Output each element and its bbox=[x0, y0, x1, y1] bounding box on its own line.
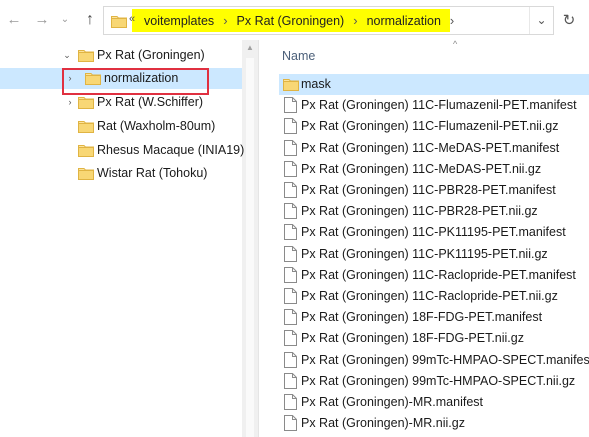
file-icon bbox=[284, 415, 297, 432]
file-icon bbox=[284, 97, 297, 114]
file-list: ^ Name mask Px Rat (Groningen) 11C-Flumaz… bbox=[260, 39, 589, 437]
file-name: Px Rat (Groningen) 11C-PBR28-PET.manifes… bbox=[301, 183, 556, 197]
file-name: Px Rat (Groningen) 11C-PBR28-PET.nii.gz bbox=[301, 204, 538, 219]
file-icon bbox=[284, 160, 297, 177]
scrollbar-track[interactable] bbox=[246, 58, 254, 437]
breadcrumb: voitemplates › Px Rat (Groningen) › normaliz… bbox=[144, 7, 463, 34]
file-name: Px Rat (Groningen) 11C-Raclopride-PET.ma… bbox=[301, 267, 576, 282]
forward-button[interactable]: → bbox=[32, 10, 52, 30]
folder-icon bbox=[78, 166, 94, 180]
file-row[interactable]: Px Rat (Groningen) 99mTc-HMPAO-SPECT.man… bbox=[279, 350, 589, 371]
file-name: Px Rat (Groningen) 11C-PK11195-PET.manif… bbox=[301, 225, 566, 240]
file-row[interactable]: Px Rat (Groningen) 11C-MeDAS-PET.manifes… bbox=[279, 138, 589, 159]
file-row[interactable]: Px Rat (Groningen)-MR.manifest bbox=[279, 392, 589, 413]
file-row[interactable]: Px Rat (Groningen) 11C-Raclopride-PET.ma… bbox=[279, 265, 589, 286]
file-icon bbox=[284, 309, 297, 326]
file-row[interactable]: Px Rat (Groningen) 11C-MeDAS-PET.nii.gz bbox=[279, 159, 589, 180]
tree-item-label: Wistar Rat (Tohoku) bbox=[97, 166, 208, 180]
address-bar[interactable]: « voitemplates › Px Rat (Groningen) › normal… bbox=[103, 6, 554, 35]
file-row[interactable]: Px Rat (Groningen) 11C-Flumazenil-PET.ni… bbox=[279, 116, 589, 137]
tree-item-label: Rat (Waxholm-80um) bbox=[97, 119, 216, 133]
back-button[interactable]: ← bbox=[4, 10, 24, 30]
chevron-right-icon[interactable]: › bbox=[64, 95, 76, 109]
breadcrumb-item[interactable]: normalization bbox=[367, 14, 441, 28]
file-row[interactable]: Px Rat (Groningen) 11C-PBR28-PET.manifes… bbox=[279, 180, 589, 201]
file-row[interactable]: Px Rat (Groningen) 11C-PK11195-PET.nii.g… bbox=[279, 244, 589, 265]
file-row[interactable]: Px Rat (Groningen) 11C-Flumazenil-PET.ma… bbox=[279, 95, 589, 116]
breadcrumb-separator-icon[interactable]: › bbox=[223, 13, 227, 28]
folder-icon bbox=[111, 16, 127, 28]
file-icon bbox=[284, 245, 297, 262]
file-icon bbox=[284, 118, 297, 135]
folder-icon bbox=[78, 143, 94, 157]
scroll-up-icon[interactable]: ▲ bbox=[242, 40, 258, 56]
file-icon bbox=[284, 351, 297, 368]
tree-item-label: Px Rat (Groningen) bbox=[97, 48, 205, 62]
file-row[interactable]: Px Rat (Groningen) 11C-PBR28-PET.nii.gz bbox=[279, 201, 589, 222]
file-icon bbox=[284, 182, 297, 198]
tree-item[interactable]: Rhesus Macaque (INIA19) bbox=[0, 140, 245, 161]
file-row[interactable]: Px Rat (Groningen) 11C-PK11195-PET.manif… bbox=[279, 222, 589, 243]
file-icon bbox=[284, 288, 297, 304]
file-name: Px Rat (Groningen)-MR.manifest bbox=[301, 395, 484, 409]
navigation-bar: ← → ⌄ ↑ « voitemplates › Px Rat (Groningen… bbox=[0, 0, 589, 40]
file-name: Px Rat (Groningen) 99mTc-HMPAO-SPECT.man… bbox=[301, 352, 589, 367]
file-icon bbox=[284, 394, 297, 410]
address-history-dropdown[interactable]: ⌄ bbox=[529, 7, 553, 34]
tree-item-label: Rhesus Macaque (INIA19) bbox=[97, 143, 245, 157]
file-icon bbox=[284, 224, 297, 241]
file-icon bbox=[284, 372, 297, 389]
folder-icon bbox=[78, 119, 94, 133]
file-name: Px Rat (Groningen) 11C-MeDAS-PET.manifes… bbox=[301, 140, 560, 155]
refresh-button[interactable]: ↻ bbox=[556, 7, 582, 34]
breadcrumb-item[interactable]: Px Rat (Groningen) bbox=[237, 14, 345, 28]
file-row[interactable]: Px Rat (Groningen) 11C-Raclopride-PET.ni… bbox=[279, 286, 589, 307]
address-overflow-button[interactable]: « bbox=[129, 13, 135, 25]
file-icon bbox=[284, 203, 297, 220]
file-name: Px Rat (Groningen)-MR.nii.gz bbox=[301, 416, 465, 431]
navigation-pane: ▲ ⌄ Px Rat (Groningen) › normalization › Px R… bbox=[0, 40, 258, 437]
file-name: Px Rat (Groningen) 11C-Flumazenil-PET.ma… bbox=[301, 98, 577, 113]
tree-item[interactable]: ⌄ Px Rat (Groningen) bbox=[0, 45, 242, 66]
file-name: Px Rat (Groningen) 11C-Flumazenil-PET.ni… bbox=[301, 119, 559, 134]
file-row[interactable]: Px Rat (Groningen) 18F-FDG-PET.nii.gz bbox=[279, 328, 589, 349]
navigation-pane-scrollbar[interactable]: ▲ bbox=[242, 40, 258, 437]
tree-item[interactable]: Rat (Waxholm-80um) bbox=[0, 116, 242, 137]
file-name: mask bbox=[301, 77, 331, 91]
tree-item[interactable]: › Px Rat (W.Schiffer) bbox=[0, 92, 242, 113]
file-name: Px Rat (Groningen) 18F-FDG-PET.nii.gz bbox=[301, 331, 524, 346]
name-column-header[interactable]: Name bbox=[282, 49, 315, 63]
file-name: Px Rat (Groningen) 18F-FDG-PET.manifest bbox=[301, 310, 543, 325]
file-row[interactable]: Px Rat (Groningen) 18F-FDG-PET.manifest bbox=[279, 307, 589, 328]
pane-divider[interactable] bbox=[258, 40, 259, 437]
file-row[interactable]: Px Rat (Groningen) 99mTc-HMPAO-SPECT.nii… bbox=[279, 371, 589, 392]
file-name: Px Rat (Groningen) 99mTc-HMPAO-SPECT.nii… bbox=[301, 373, 576, 388]
file-icon bbox=[284, 139, 297, 156]
chevron-down-icon[interactable]: ⌄ bbox=[61, 48, 73, 62]
tree-item[interactable]: Wistar Rat (Tohoku) bbox=[0, 163, 242, 184]
file-name: Px Rat (Groningen) 11C-Raclopride-PET.ni… bbox=[301, 289, 558, 303]
folder-icon bbox=[283, 77, 299, 91]
sort-ascending-icon: ^ bbox=[453, 39, 458, 49]
file-name: Px Rat (Groningen) 11C-PK11195-PET.nii.g… bbox=[301, 246, 548, 261]
up-button[interactable]: ↑ bbox=[80, 10, 100, 30]
breadcrumb-separator-icon[interactable]: › bbox=[450, 13, 454, 28]
file-icon bbox=[284, 266, 297, 283]
recent-locations-button[interactable]: ⌄ bbox=[58, 10, 72, 30]
breadcrumb-separator-icon[interactable]: › bbox=[353, 13, 357, 28]
folder-icon bbox=[78, 95, 94, 109]
tree-item-label: Px Rat (W.Schiffer) bbox=[97, 95, 204, 109]
breadcrumb-item[interactable]: voitemplates bbox=[144, 14, 214, 28]
highlight-annotation-box bbox=[62, 68, 209, 95]
folder-icon bbox=[78, 48, 94, 62]
file-icon bbox=[284, 330, 297, 347]
file-name: Px Rat (Groningen) 11C-MeDAS-PET.nii.gz bbox=[301, 161, 542, 176]
file-row[interactable]: Px Rat (Groningen)-MR.nii.gz bbox=[279, 413, 589, 434]
folder-row[interactable]: mask bbox=[279, 74, 589, 95]
